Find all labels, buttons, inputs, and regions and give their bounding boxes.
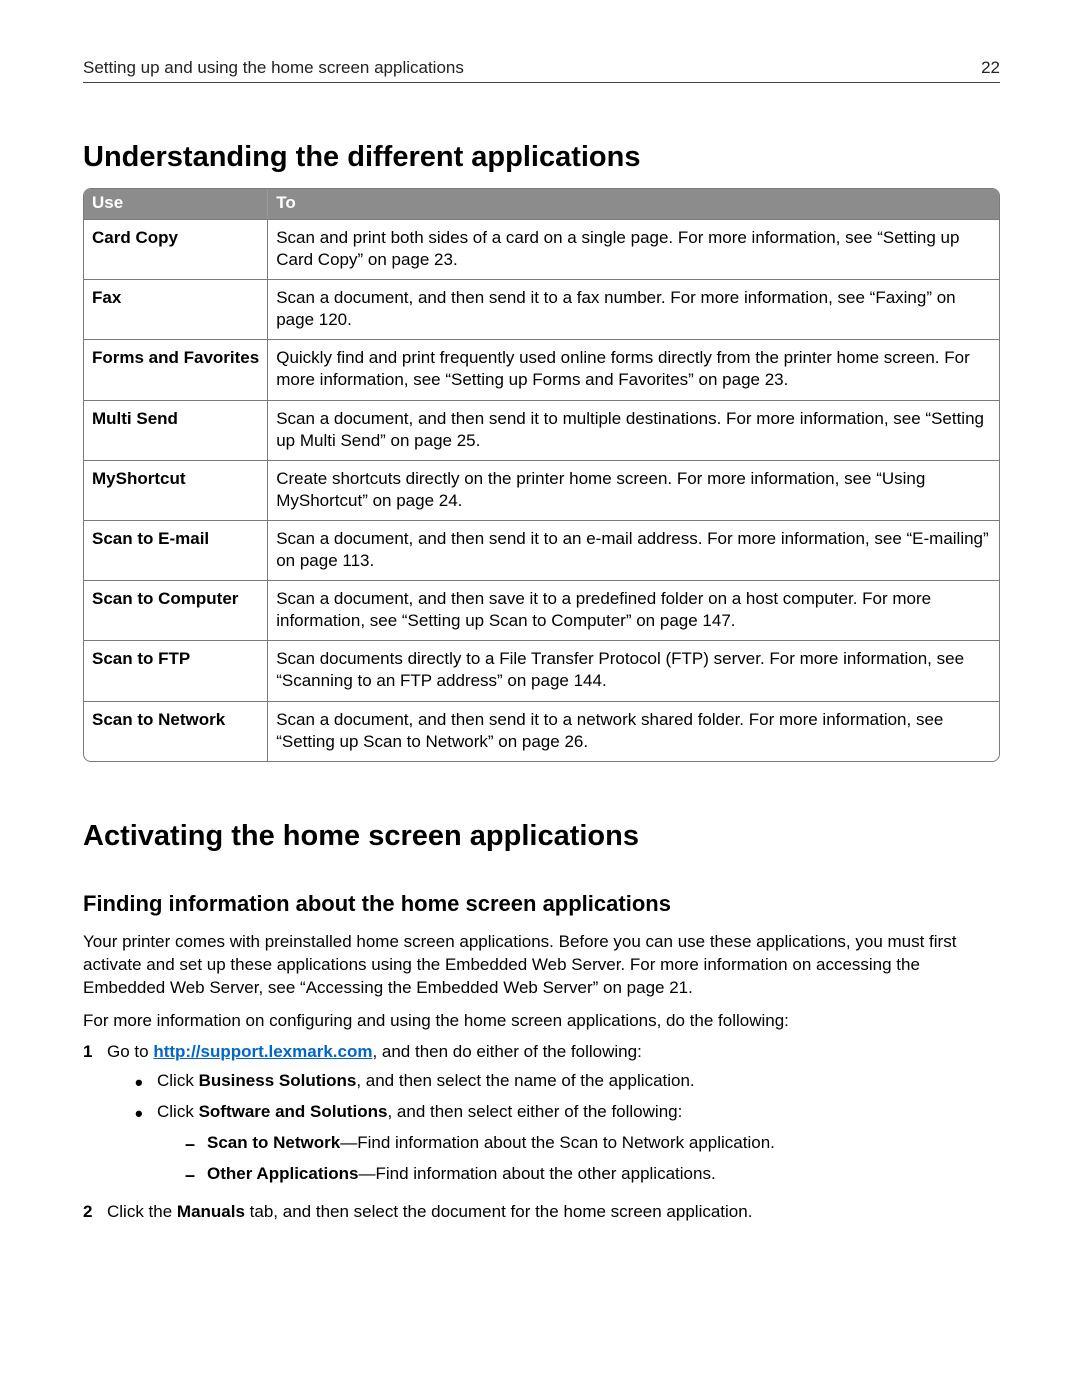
cell-use: Scan to E-mail	[84, 520, 268, 580]
step-number: 1	[83, 1042, 103, 1194]
table-row: Card Copy Scan and print both sides of a…	[84, 219, 999, 279]
steps-list: 1 Go to http://support.lexmark.com, and …	[83, 1042, 1000, 1222]
cell-use: Scan to Network	[84, 701, 268, 761]
section-heading-applications: Understanding the different applications	[83, 141, 1000, 174]
step-number: 2	[83, 1202, 103, 1222]
section-heading-activating: Activating the home screen applications	[83, 820, 1000, 853]
bullet-text: , and then select either of the followin…	[387, 1102, 682, 1121]
bullet-text: , and then select the name of the applic…	[356, 1071, 694, 1090]
table-row: MyShortcut Create shortcuts directly on …	[84, 460, 999, 520]
cell-to: Scan documents directly to a File Transf…	[268, 640, 999, 700]
dash-bold: Scan to Network	[207, 1133, 340, 1152]
cell-to: Scan a document, and then save it to a p…	[268, 580, 999, 640]
document-page: Setting up and using the home screen app…	[0, 0, 1080, 1397]
dash-text: —Find information about the Scan to Netw…	[340, 1133, 775, 1152]
cell-to: Quickly find and print frequently used o…	[268, 339, 999, 399]
page-header: Setting up and using the home screen app…	[83, 58, 1000, 83]
dash-item: Scan to Network—Find information about t…	[185, 1132, 1000, 1155]
applications-table: Use To Card Copy Scan and print both sid…	[83, 188, 1000, 762]
cell-to: Scan and print both sides of a card on a…	[268, 219, 999, 279]
step-text: tab, and then select the document for th…	[245, 1202, 753, 1221]
bullet-text: Click	[157, 1071, 199, 1090]
table-header-row: Use To	[84, 189, 999, 219]
table-row: Forms and Favorites Quickly find and pri…	[84, 339, 999, 399]
step-text: Go to	[107, 1042, 153, 1061]
bullet-bold: Business Solutions	[199, 1071, 357, 1090]
cell-to: Scan a document, and then send it to a n…	[268, 701, 999, 761]
table-row: Multi Send Scan a document, and then sen…	[84, 400, 999, 460]
table-row: Scan to Computer Scan a document, and th…	[84, 580, 999, 640]
bullet-item: Click Software and Solutions, and then s…	[135, 1101, 1000, 1186]
cell-use: Scan to FTP	[84, 640, 268, 700]
dash-bold: Other Applications	[207, 1164, 358, 1183]
dash-list: Scan to Network—Find information about t…	[185, 1132, 1000, 1186]
bullet-bold: Software and Solutions	[199, 1102, 388, 1121]
step-content: Go to http://support.lexmark.com, and th…	[107, 1042, 1000, 1194]
step-text: Click the	[107, 1202, 177, 1221]
cell-use: Fax	[84, 279, 268, 339]
step-bold: Manuals	[177, 1202, 245, 1221]
header-title: Setting up and using the home screen app…	[83, 58, 464, 78]
bullet-text: Click	[157, 1102, 199, 1121]
bullet-list: Click Business Solutions, and then selec…	[135, 1070, 1000, 1186]
paragraph: For more information on configuring and …	[83, 1010, 1000, 1033]
cell-use: Scan to Computer	[84, 580, 268, 640]
subsection-heading-finding: Finding information about the home scree…	[83, 891, 1000, 917]
step-text: , and then do either of the following:	[372, 1042, 641, 1061]
step-1: 1 Go to http://support.lexmark.com, and …	[83, 1042, 1000, 1194]
step-content: Click the Manuals tab, and then select t…	[107, 1202, 1000, 1222]
table-row: Scan to Network Scan a document, and the…	[84, 701, 999, 761]
table-row: Fax Scan a document, and then send it to…	[84, 279, 999, 339]
col-header-use: Use	[84, 189, 268, 219]
support-link[interactable]: http://support.lexmark.com	[153, 1042, 372, 1061]
dash-text: —Find information about the other applic…	[358, 1164, 715, 1183]
col-header-to: To	[268, 189, 999, 219]
cell-use: Card Copy	[84, 219, 268, 279]
cell-to: Scan a document, and then send it to mul…	[268, 400, 999, 460]
cell-use: MyShortcut	[84, 460, 268, 520]
cell-use: Forms and Favorites	[84, 339, 268, 399]
step-2: 2 Click the Manuals tab, and then select…	[83, 1202, 1000, 1222]
page-number: 22	[981, 58, 1000, 78]
bullet-item: Click Business Solutions, and then selec…	[135, 1070, 1000, 1093]
table-row: Scan to E-mail Scan a document, and then…	[84, 520, 999, 580]
cell-use: Multi Send	[84, 400, 268, 460]
cell-to: Scan a document, and then send it to a f…	[268, 279, 999, 339]
paragraph: Your printer comes with preinstalled hom…	[83, 931, 1000, 1000]
cell-to: Scan a document, and then send it to an …	[268, 520, 999, 580]
dash-item: Other Applications—Find information abou…	[185, 1163, 1000, 1186]
table-row: Scan to FTP Scan documents directly to a…	[84, 640, 999, 700]
cell-to: Create shortcuts directly on the printer…	[268, 460, 999, 520]
